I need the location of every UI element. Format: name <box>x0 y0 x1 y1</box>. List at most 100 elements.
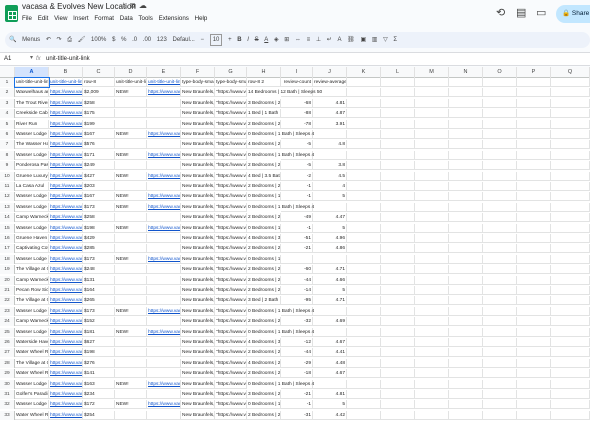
cell-a[interactable]: Camp Warnecke <box>15 275 49 285</box>
empty-cell[interactable] <box>483 306 517 316</box>
cell-i[interactable]: -1 <box>281 182 313 191</box>
cell-g[interactable]: "https://www.vaca <box>215 390 247 399</box>
cell-f[interactable]: New Braunfels, <box>181 140 215 150</box>
insert-comment-icon[interactable]: ▣ <box>360 32 366 48</box>
cell-g[interactable]: "https://www.vaca <box>215 161 247 171</box>
empty-cell[interactable] <box>415 150 449 160</box>
font-size-input[interactable]: 10 <box>209 34 223 46</box>
cell-h[interactable]: 0 Bedrooms | 1 Bath | Sleeps 4 <box>247 379 314 389</box>
empty-cell[interactable] <box>517 223 551 233</box>
cell-c[interactable]: $576 <box>83 140 115 150</box>
cell-e[interactable] <box>147 161 181 171</box>
cell-g[interactable]: "https://www.vaca <box>215 410 247 420</box>
cell-d[interactable]: NEW! <box>115 130 147 139</box>
empty-cell[interactable] <box>415 98 449 108</box>
cell-c[interactable]: $141 <box>83 369 115 379</box>
cell-i[interactable]: -14 <box>281 286 313 295</box>
empty-cell[interactable] <box>449 140 483 150</box>
cell-h[interactable]: 2 Bedrooms | 2 B <box>247 369 281 379</box>
cell-e[interactable]: https://www.vacz <box>147 327 181 337</box>
empty-cell[interactable] <box>551 317 590 327</box>
row-header[interactable]: 8 <box>0 150 15 160</box>
empty-cell[interactable] <box>449 223 483 233</box>
empty-cell[interactable] <box>517 244 551 254</box>
cell-c[interactable]: $152 <box>83 317 115 327</box>
cell-h[interactable]: row-8 2 <box>247 78 281 87</box>
empty-cell[interactable] <box>449 296 483 306</box>
empty-cell[interactable] <box>381 348 415 358</box>
empty-cell[interactable] <box>517 265 551 275</box>
cell-c[interactable]: $131 <box>83 275 115 285</box>
search-icon[interactable]: 🔍 <box>9 32 16 48</box>
cell-j[interactable] <box>313 150 347 160</box>
menu-extensions[interactable]: Extensions <box>159 15 189 22</box>
empty-cell[interactable] <box>483 390 517 399</box>
cell-j[interactable]: 4.8 <box>313 140 347 150</box>
cell-j[interactable]: 4.67 <box>313 338 347 347</box>
empty-cell[interactable] <box>517 202 551 212</box>
row-header[interactable]: 25 <box>0 327 15 337</box>
cell-f[interactable]: New Braunfels, <box>181 265 215 275</box>
cell-b[interactable]: https://www.vaca <box>49 348 83 358</box>
empty-cell[interactable] <box>381 234 415 243</box>
empty-cell[interactable] <box>551 296 590 306</box>
empty-cell[interactable] <box>449 182 483 191</box>
empty-cell[interactable] <box>449 410 483 420</box>
empty-cell[interactable] <box>381 78 415 87</box>
currency-format-button[interactable]: $ <box>112 32 115 48</box>
empty-cell[interactable] <box>347 140 381 150</box>
cell-g[interactable]: "https://www.vaca <box>215 202 247 212</box>
empty-cell[interactable] <box>449 150 483 160</box>
cell-f[interactable]: New Braunfels, <box>181 379 215 389</box>
cell-d[interactable] <box>115 119 147 129</box>
empty-cell[interactable] <box>551 223 590 233</box>
empty-cell[interactable] <box>381 109 415 119</box>
empty-cell[interactable] <box>381 379 415 389</box>
cell-i[interactable]: -5 <box>281 140 313 150</box>
decrease-decimal-button[interactable]: .0 <box>132 32 137 48</box>
redo-icon[interactable]: ↷ <box>57 32 62 48</box>
empty-cell[interactable] <box>449 317 483 327</box>
empty-cell[interactable] <box>517 140 551 150</box>
borders-icon[interactable]: ⊞ <box>284 32 289 48</box>
empty-cell[interactable] <box>347 161 381 171</box>
cell-h[interactable]: 3 Bed | 2 Bath | 6 <box>247 296 281 306</box>
column-header[interactable]: I <box>281 67 313 78</box>
cell-e[interactable] <box>147 244 181 254</box>
cell-f[interactable]: New Braunfels, <box>181 234 215 243</box>
empty-cell[interactable] <box>347 88 381 98</box>
cell-j[interactable]: 4.67 <box>313 369 347 379</box>
percent-format-button[interactable]: % <box>121 32 126 48</box>
text-color-icon[interactable]: A <box>264 32 268 48</box>
column-header[interactable]: A <box>15 67 49 78</box>
cell-g[interactable]: "https://www.vaca <box>215 88 247 98</box>
cell-j[interactable] <box>313 327 347 337</box>
cell-b[interactable]: https://www.vaca <box>49 234 83 243</box>
cell-e[interactable] <box>147 265 181 275</box>
cell-d[interactable] <box>115 358 147 368</box>
empty-cell[interactable] <box>483 369 517 379</box>
cell-d[interactable] <box>115 140 147 150</box>
empty-cell[interactable] <box>347 400 381 410</box>
cell-g[interactable]: "https://www.vaca <box>215 286 247 295</box>
cell-i[interactable]: -18 <box>281 369 313 379</box>
cell-e[interactable]: https://www.vacz <box>147 202 181 212</box>
cell-j[interactable]: 4.71 <box>313 265 347 275</box>
cell-g[interactable]: "https://www.vaca <box>215 119 247 129</box>
empty-cell[interactable] <box>551 306 590 316</box>
formula-input[interactable]: unit-title-unit-link <box>46 56 90 62</box>
cell-c[interactable]: $173 <box>83 202 115 212</box>
cell-j[interactable]: 5 <box>313 400 347 410</box>
empty-cell[interactable] <box>415 244 449 254</box>
cell-e[interactable] <box>147 369 181 379</box>
cell-h[interactable]: 0 Bedrooms | 1 B <box>247 192 281 202</box>
cell-c[interactable]: $171 <box>83 150 115 160</box>
empty-cell[interactable] <box>551 78 590 87</box>
empty-cell[interactable] <box>415 182 449 191</box>
cell-g[interactable]: "https://www.vaca <box>215 327 247 337</box>
cell-f[interactable]: New Braunfels, <box>181 296 215 306</box>
star-icon[interactable]: ☆ <box>120 1 130 10</box>
cell-f[interactable]: New Braunfels, <box>181 192 215 202</box>
cell-g[interactable]: "https://www.vaca <box>215 98 247 108</box>
cell-d[interactable] <box>115 338 147 347</box>
